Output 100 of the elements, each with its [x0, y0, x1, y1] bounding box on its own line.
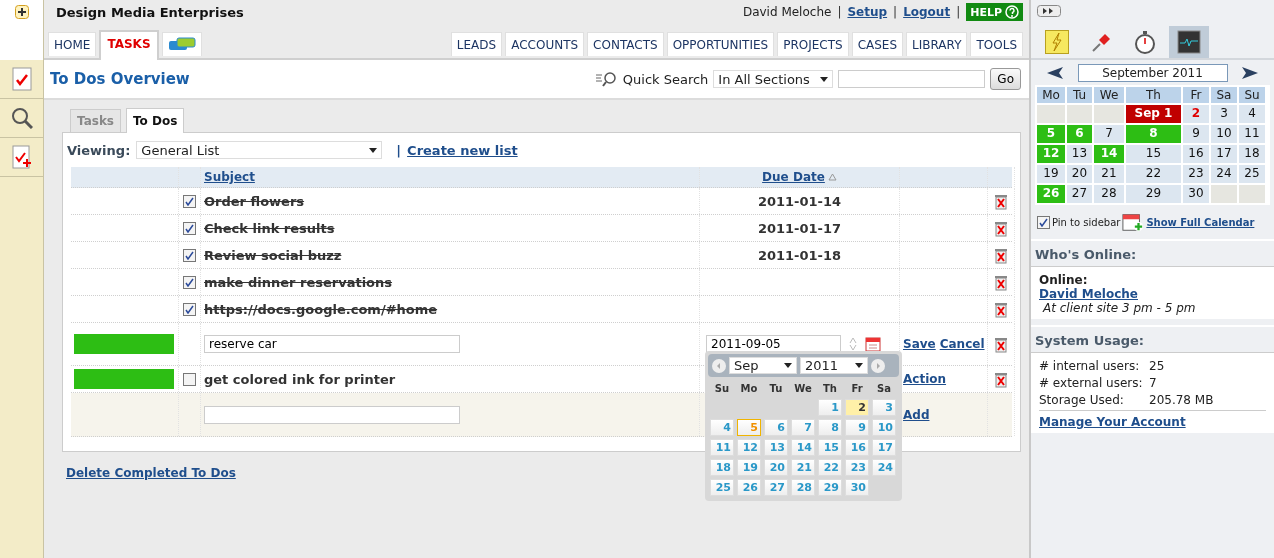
weekday-label: Sa [1211, 87, 1237, 103]
calendar-day[interactable]: 2 [1183, 105, 1209, 123]
calendar-day[interactable]: 29 [1126, 185, 1181, 203]
checkbox[interactable] [183, 302, 196, 316]
nav-tab[interactable]: LEADS [450, 32, 503, 56]
nav-tab[interactable]: TASKS [99, 30, 159, 60]
monitor-icon [1177, 30, 1201, 54]
nav-tab[interactable]: CASES [851, 32, 904, 56]
calendar-icon[interactable] [865, 336, 881, 352]
calendar-day[interactable]: Sep 1 [1126, 105, 1181, 123]
next-month-icon[interactable] [1242, 67, 1258, 79]
nav-tab[interactable]: OPPORTUNITIES [666, 32, 775, 56]
nav-tab[interactable]: LIBRARY [906, 32, 968, 56]
add-calendar-icon[interactable] [1122, 211, 1145, 233]
calendar-day[interactable]: 11 [1239, 125, 1265, 143]
day-button[interactable]: 2 [845, 399, 869, 416]
company-name: Design Media Enterprises [56, 4, 244, 20]
checkbox[interactable] [183, 194, 196, 208]
calendar-day[interactable]: 13 [1067, 145, 1092, 163]
go-button[interactable]: Go [990, 68, 1021, 90]
calendar-day[interactable]: 27 [1067, 185, 1092, 203]
calendar-day[interactable]: 25 [1239, 165, 1265, 183]
checkbox[interactable] [1037, 215, 1050, 229]
calendar-day[interactable]: 30 [1183, 185, 1209, 203]
trash-icon[interactable] [994, 335, 1008, 353]
calendar-day[interactable]: 9 [1183, 125, 1209, 143]
nav-tab[interactable]: PROJECTS [777, 32, 849, 56]
calendar-day[interactable]: 23 [1183, 165, 1209, 183]
checklist-icon[interactable] [11, 67, 32, 91]
calendar-day[interactable]: 15 [1126, 145, 1181, 163]
trash-icon[interactable] [994, 300, 1008, 318]
expand-icon[interactable] [1037, 5, 1061, 17]
weekday-label: Mo [739, 382, 759, 396]
weekday-label: Sa [876, 382, 892, 396]
chat-icon [167, 37, 196, 53]
action-link[interactable]: Save [903, 337, 936, 351]
new-todo-field[interactable] [204, 405, 460, 424]
caret-icon [369, 147, 378, 153]
calendar-day[interactable]: 22 [1126, 165, 1181, 183]
search-field[interactable] [838, 70, 986, 88]
separator: | [956, 5, 961, 19]
weekday-label: We [1094, 87, 1124, 103]
list-select[interactable]: General List [136, 141, 383, 159]
header-link[interactable]: Logout [903, 5, 951, 19]
nav-tab[interactable]: CONTACTS [587, 32, 664, 56]
calendar-day[interactable]: 4 [1239, 105, 1265, 123]
trash-icon[interactable] [994, 246, 1008, 264]
chat-tab[interactable] [161, 32, 202, 56]
weekday-label: Tu [768, 382, 784, 396]
checkbox[interactable] [183, 275, 196, 289]
checkbox[interactable] [183, 221, 196, 235]
trash-icon[interactable] [994, 219, 1008, 237]
subject-field[interactable]: reserve car [204, 335, 460, 353]
weekday-label: Mo [1037, 87, 1065, 103]
header-link[interactable]: Setup [847, 5, 888, 19]
calendar-day[interactable]: 21 [1094, 165, 1124, 183]
delete-completed-link[interactable]: Delete Completed To Dos [66, 466, 236, 480]
manage-account-link[interactable]: Manage Your Account [1039, 415, 1186, 429]
checkbox[interactable] [183, 248, 196, 262]
section-select[interactable]: In All Sections [713, 70, 834, 88]
separator: | [893, 5, 898, 19]
year-select[interactable]: 2011 [800, 357, 868, 374]
calendar-day[interactable]: 3 [1211, 105, 1237, 123]
calendar-day[interactable]: 10 [1211, 125, 1237, 143]
action-link[interactable]: Action [903, 372, 947, 386]
nav-tab[interactable]: ACCOUNTS [505, 32, 585, 56]
sub-tab[interactable]: To Dos [126, 108, 185, 133]
add-icon[interactable] [14, 5, 29, 19]
full-calendar-link[interactable]: Show Full Calendar [1146, 216, 1255, 228]
calendar-day[interactable]: 16 [1183, 145, 1209, 163]
month-select[interactable]: Sep [729, 357, 797, 374]
checkbox[interactable] [183, 372, 196, 386]
add-task-icon[interactable] [11, 145, 32, 169]
trash-icon[interactable] [994, 192, 1008, 210]
search-icon[interactable] [10, 107, 33, 129]
calendar-day[interactable]: 20 [1067, 165, 1092, 183]
column-header[interactable]: Due Date [762, 170, 825, 184]
trash-icon[interactable] [994, 370, 1008, 388]
create-list-link[interactable]: Create new list [407, 142, 518, 158]
calendar-day[interactable]: 19 [1037, 165, 1065, 183]
nav-tab[interactable]: TOOLS [970, 32, 1023, 56]
trash-icon[interactable] [994, 273, 1008, 291]
nav-tab[interactable]: HOME [48, 32, 97, 56]
calendar-day[interactable]: 18 [1239, 145, 1265, 163]
calendar-day[interactable]: 24 [1211, 165, 1237, 183]
previous-month-icon[interactable] [1047, 67, 1063, 79]
calendar-day[interactable]: 7 [1094, 125, 1124, 143]
empty-day-cell [1067, 105, 1092, 123]
action-link[interactable]: Add [903, 407, 930, 422]
weekday-label: Su [1239, 87, 1265, 103]
sidebar-tool[interactable] [1169, 26, 1209, 58]
action-link[interactable]: Cancel [939, 337, 985, 351]
calendar-day[interactable]: 17 [1211, 145, 1237, 163]
calendar-day[interactable]: 28 [1094, 185, 1124, 203]
caret-icon [855, 363, 863, 368]
column-header[interactable]: Subject [204, 170, 255, 184]
user-link[interactable]: David Meloche [1039, 287, 1138, 301]
caret-icon [784, 363, 792, 368]
help-button[interactable]: HELP [966, 3, 1023, 21]
weekday-label: Su [713, 382, 731, 396]
